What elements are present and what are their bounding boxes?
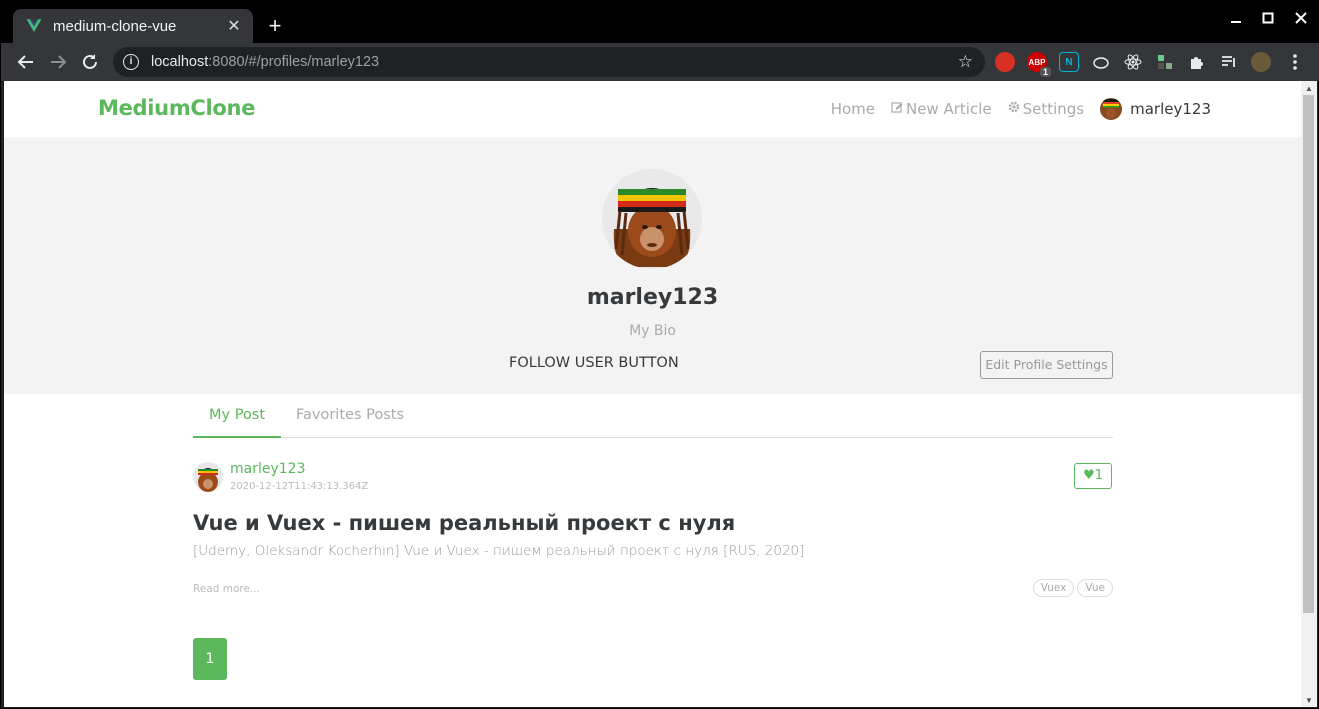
browser-tab[interactable]: medium-clone-vue ✕ bbox=[13, 9, 253, 43]
new-tab-button[interactable]: + bbox=[263, 13, 287, 39]
profile-avatar bbox=[602, 169, 702, 269]
profile-icon[interactable] bbox=[1251, 52, 1271, 72]
brand-logo[interactable]: MediumClone bbox=[98, 96, 255, 120]
nav-home[interactable]: Home bbox=[831, 100, 875, 118]
menu-icon[interactable] bbox=[1285, 52, 1305, 72]
maximize-icon[interactable] bbox=[1257, 11, 1279, 29]
nav-profile[interactable]: marley123 bbox=[1100, 98, 1211, 120]
nav-settings[interactable]: Settings bbox=[1008, 100, 1085, 118]
author-avatar[interactable] bbox=[193, 462, 223, 492]
tab-favorites[interactable]: Favorites Posts bbox=[280, 394, 420, 438]
site-navbar: MediumClone Home New Article Settings ma… bbox=[4, 81, 1301, 137]
favorite-button[interactable]: ♥1 bbox=[1074, 463, 1112, 489]
tag-pill[interactable]: Vuex bbox=[1032, 579, 1075, 597]
pagination-page[interactable]: 1 bbox=[193, 638, 227, 680]
nav-links: Home New Article Settings marley123 bbox=[815, 98, 1211, 120]
puzzle-icon[interactable] bbox=[1187, 52, 1207, 72]
tag-pill[interactable]: Vue bbox=[1077, 579, 1113, 597]
profile-banner: marley123 My Bio FOLLOW USER BUTTON Edit… bbox=[4, 137, 1301, 394]
browser-toolbar: i localhost:8080/#/profiles/marley123 ☆ … bbox=[1, 43, 1319, 81]
gear-icon bbox=[1008, 101, 1020, 117]
page-scrollbar[interactable]: ▲ ▼ bbox=[1301, 81, 1317, 707]
back-arrow-icon[interactable] bbox=[15, 51, 37, 73]
nav-username: marley123 bbox=[1130, 100, 1211, 118]
scroll-down-icon[interactable]: ▼ bbox=[1301, 696, 1317, 705]
n-icon[interactable]: N bbox=[1059, 52, 1079, 72]
article-description: [Udemy, Oleksandr Kocherhin] Vue и Vuex … bbox=[193, 543, 805, 559]
feed-tabs: My Post Favorites Posts bbox=[193, 394, 1113, 438]
minimize-icon[interactable] bbox=[1225, 11, 1247, 29]
cloud-icon[interactable] bbox=[1091, 52, 1111, 72]
adblock-label: ABP bbox=[1028, 57, 1046, 67]
follow-user-placeholder: FOLLOW USER BUTTON bbox=[509, 355, 679, 371]
santa-hat-icon[interactable] bbox=[995, 52, 1015, 72]
favorites-count: 1 bbox=[1094, 468, 1103, 483]
adblock-icon[interactable]: ABP 1 bbox=[1027, 52, 1051, 77]
bookmark-star-icon[interactable]: ☆ bbox=[958, 52, 973, 72]
adblock-badge: 1 bbox=[1039, 67, 1051, 77]
react-icon[interactable] bbox=[1123, 52, 1143, 72]
tag-list: Vuex Vue bbox=[1030, 579, 1113, 597]
tab-title: medium-clone-vue bbox=[53, 17, 177, 35]
scroll-up-icon[interactable]: ▲ bbox=[1301, 84, 1317, 93]
window-close-icon[interactable] bbox=[1290, 11, 1312, 29]
url-host: localhost bbox=[151, 54, 209, 70]
url-path: :8080/#/profiles/marley123 bbox=[208, 54, 380, 70]
address-bar[interactable]: i localhost:8080/#/profiles/marley123 ☆ bbox=[113, 47, 985, 77]
scroll-thumb[interactable] bbox=[1303, 95, 1314, 613]
edit-profile-button[interactable]: Edit Profile Settings bbox=[980, 351, 1113, 379]
nav-home-label: Home bbox=[830, 100, 875, 118]
reload-icon[interactable] bbox=[79, 51, 101, 73]
nav-new-article-label: New Article bbox=[905, 100, 992, 118]
nav-new-article[interactable]: New Article bbox=[891, 100, 992, 118]
profile-bio: My Bio bbox=[629, 323, 676, 339]
tab-my-posts[interactable]: My Post bbox=[193, 394, 282, 438]
author-name[interactable]: marley123 bbox=[230, 461, 305, 477]
compose-icon bbox=[891, 101, 903, 117]
tab-strip: medium-clone-vue ✕ + bbox=[1, 1, 1319, 43]
forward-arrow-icon[interactable] bbox=[47, 51, 69, 73]
tab-close-icon[interactable]: ✕ bbox=[225, 16, 243, 36]
browser-window: medium-clone-vue ✕ + i localhost:8080/#/… bbox=[0, 0, 1319, 709]
queue-icon[interactable] bbox=[1219, 52, 1239, 72]
n-label: N bbox=[1065, 56, 1073, 68]
article-date: 2020-12-12T11:43:13.364Z bbox=[230, 481, 369, 492]
vue-favicon-icon bbox=[26, 19, 42, 32]
page-viewport: MediumClone Home New Article Settings ma… bbox=[4, 81, 1301, 707]
nav-avatar bbox=[1100, 98, 1123, 120]
read-more-link[interactable]: Read more... bbox=[193, 583, 260, 595]
article-title[interactable]: Vue и Vuex - пишем реальный проект с нул… bbox=[193, 511, 735, 535]
nav-settings-label: Settings bbox=[1022, 100, 1085, 118]
heart-icon: ♥ bbox=[1083, 468, 1095, 483]
pixel-icon[interactable] bbox=[1155, 52, 1175, 72]
site-info-icon[interactable]: i bbox=[123, 54, 139, 70]
profile-username: marley123 bbox=[586, 285, 719, 310]
